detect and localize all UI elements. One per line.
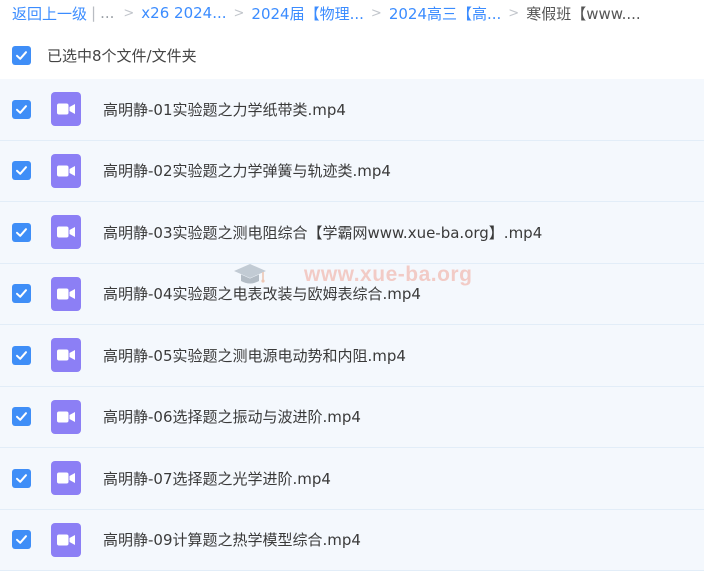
file-name[interactable]: 高明静-09计算题之热学模型综合.mp4 <box>103 529 361 550</box>
breadcrumb-separator-icon: > <box>123 5 135 21</box>
file-name[interactable]: 高明静-01实验题之力学纸带类.mp4 <box>103 99 346 120</box>
breadcrumb-item-1[interactable]: x26 2024... <box>141 4 226 22</box>
file-name[interactable]: 高明静-02实验题之力学弹簧与轨迹类.mp4 <box>103 160 391 181</box>
breadcrumb-separator-icon: > <box>370 5 382 21</box>
video-file-icon <box>51 399 81 434</box>
file-row[interactable]: 高明静-07选择题之光学进阶.mp4 <box>0 448 704 510</box>
select-all-checkbox[interactable] <box>12 45 31 65</box>
checkmark-icon <box>16 166 27 176</box>
file-checkbox[interactable] <box>12 345 31 365</box>
breadcrumb-separator-icon: > <box>508 5 520 21</box>
file-row[interactable]: 高明静-03实验题之测电阻综合【学霸网www.xue-ba.org】.mp4 <box>0 202 704 264</box>
file-checkbox[interactable] <box>12 99 31 119</box>
breadcrumb-divider: | <box>91 4 97 22</box>
file-list: 高明静-01实验题之力学纸带类.mp4 高明静-02实验题之力学弹簧与轨迹类.m… <box>0 79 704 571</box>
checkmark-icon <box>16 227 27 237</box>
file-name[interactable]: 高明静-03实验题之测电阻综合【学霸网www.xue-ba.org】.mp4 <box>103 222 542 243</box>
back-link[interactable]: 返回上一级 <box>12 3 87 24</box>
file-name[interactable]: 高明静-07选择题之光学进阶.mp4 <box>103 468 331 489</box>
checkmark-icon <box>16 350 27 360</box>
video-file-icon <box>51 153 81 188</box>
breadcrumb-separator-icon: > <box>233 5 245 21</box>
file-row[interactable]: 高明静-01实验题之力学纸带类.mp4 <box>0 79 704 141</box>
breadcrumb-ellipsis[interactable]: ... <box>100 4 114 22</box>
checkmark-icon <box>16 289 27 299</box>
breadcrumb-item-2[interactable]: 2024届【物理... <box>251 3 363 24</box>
checkmark-icon <box>16 535 27 545</box>
file-checkbox[interactable] <box>12 161 31 181</box>
selection-bar: 已选中8个文件/文件夹 <box>0 40 704 70</box>
video-file-icon <box>51 92 81 127</box>
file-name[interactable]: 高明静-05实验题之测电源电动势和内阻.mp4 <box>103 345 406 366</box>
file-checkbox[interactable] <box>12 530 31 550</box>
file-checkbox[interactable] <box>12 407 31 427</box>
file-row[interactable]: 高明静-05实验题之测电源电动势和内阻.mp4 <box>0 325 704 387</box>
video-file-icon <box>51 461 81 496</box>
checkmark-icon <box>16 473 27 483</box>
checkmark-icon <box>16 412 27 422</box>
file-checkbox[interactable] <box>12 468 31 488</box>
file-name[interactable]: 高明静-06选择题之振动与波进阶.mp4 <box>103 406 361 427</box>
file-checkbox[interactable] <box>12 222 31 242</box>
file-row[interactable]: 高明静-02实验题之力学弹簧与轨迹类.mp4 <box>0 140 704 202</box>
video-file-icon <box>51 215 81 250</box>
breadcrumb-current: 寒假班【www.... <box>526 4 641 23</box>
file-name[interactable]: 高明静-04实验题之电表改装与欧姆表综合.mp4 <box>103 283 421 304</box>
selection-count-label: 已选中8个文件/文件夹 <box>47 46 197 65</box>
file-row[interactable]: 高明静-04实验题之电表改装与欧姆表综合.mp4 <box>0 263 704 325</box>
video-file-icon <box>51 522 81 557</box>
breadcrumb: 返回上一级 | ... > x26 2024... > 2024届【物理... … <box>0 0 704 26</box>
file-checkbox[interactable] <box>12 284 31 304</box>
file-row[interactable]: 高明静-09计算题之热学模型综合.mp4 <box>0 509 704 571</box>
breadcrumb-item-3[interactable]: 2024高三【高... <box>389 3 501 24</box>
video-file-icon <box>51 338 81 373</box>
file-row[interactable]: 高明静-06选择题之振动与波进阶.mp4 <box>0 386 704 448</box>
checkmark-icon <box>16 50 27 60</box>
video-file-icon <box>51 276 81 311</box>
checkmark-icon <box>16 104 27 114</box>
